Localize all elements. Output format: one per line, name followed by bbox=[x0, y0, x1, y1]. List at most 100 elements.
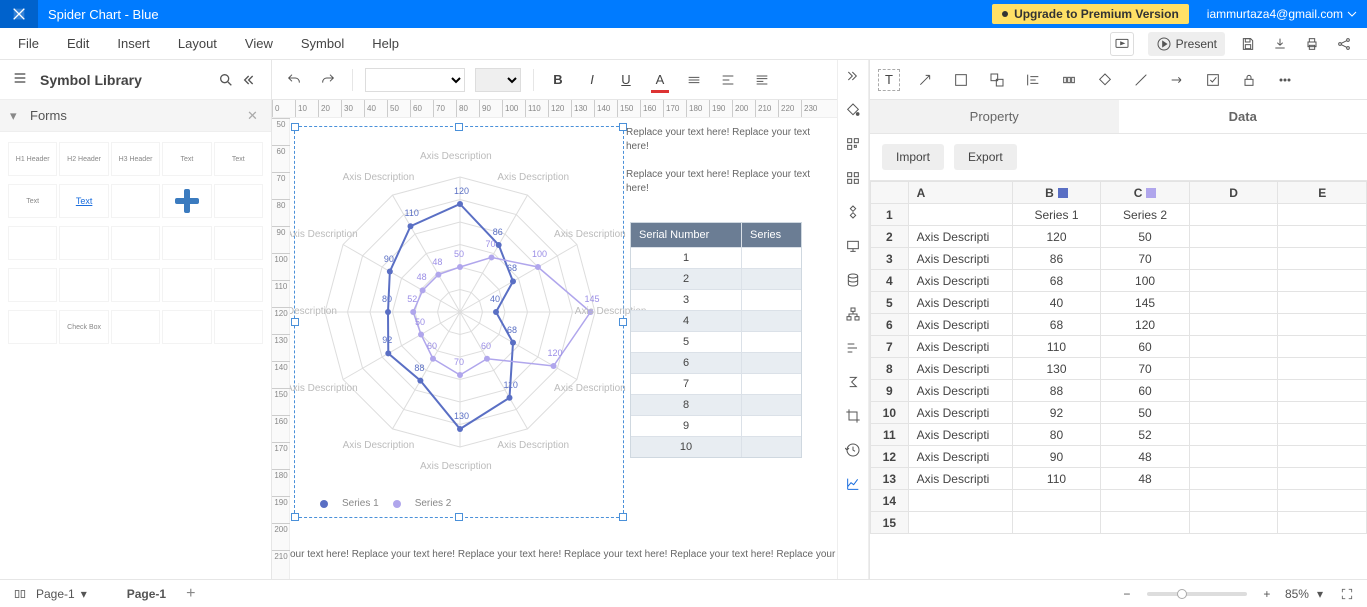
tab-property[interactable]: Property bbox=[870, 100, 1119, 133]
row-header[interactable]: 9 bbox=[871, 380, 909, 402]
cell[interactable] bbox=[1278, 380, 1367, 402]
symbol-thumb[interactable]: Text bbox=[162, 142, 211, 176]
expand-panel-icon[interactable] bbox=[843, 66, 863, 86]
cell[interactable] bbox=[1189, 424, 1278, 446]
formula-icon[interactable] bbox=[843, 372, 863, 392]
symbol-thumb[interactable]: Text bbox=[214, 142, 263, 176]
presentation-icon[interactable] bbox=[843, 236, 863, 256]
cell[interactable] bbox=[1012, 490, 1101, 512]
symbol-thumb[interactable]: H3 Header bbox=[111, 142, 160, 176]
zoom-slider[interactable] bbox=[1147, 592, 1247, 596]
symbol-thumb[interactable] bbox=[214, 184, 263, 218]
app-logo[interactable] bbox=[0, 0, 38, 28]
collapse-panel-icon[interactable] bbox=[237, 72, 259, 88]
cell[interactable]: 50 bbox=[1101, 402, 1190, 424]
cell[interactable]: Axis Descripti bbox=[908, 314, 1012, 336]
cell[interactable] bbox=[1278, 270, 1367, 292]
undo-icon[interactable] bbox=[282, 68, 306, 92]
symbol-thumb[interactable]: Text bbox=[59, 184, 108, 218]
zoom-dropdown-icon[interactable]: ▾ bbox=[1317, 587, 1323, 601]
symbol-thumb[interactable] bbox=[162, 226, 211, 260]
redo-icon[interactable] bbox=[316, 68, 340, 92]
cell[interactable] bbox=[1278, 424, 1367, 446]
symbol-thumb[interactable] bbox=[59, 226, 108, 260]
row-header[interactable]: 4 bbox=[871, 270, 909, 292]
row-header[interactable]: 14 bbox=[871, 490, 909, 512]
canvas[interactable]: Axis DescriptionAxis DescriptionAxis Des… bbox=[290, 118, 837, 579]
cell[interactable] bbox=[1189, 292, 1278, 314]
symbol-thumb[interactable] bbox=[8, 268, 57, 302]
symbol-thumb[interactable] bbox=[214, 268, 263, 302]
menu-edit[interactable]: Edit bbox=[67, 36, 89, 51]
column-header-B[interactable]: B bbox=[1012, 182, 1101, 204]
symbol-thumb[interactable] bbox=[8, 310, 57, 344]
cell[interactable] bbox=[1189, 358, 1278, 380]
row-header[interactable]: 3 bbox=[871, 248, 909, 270]
symbol-thumb[interactable] bbox=[111, 184, 160, 218]
menu-insert[interactable]: Insert bbox=[117, 36, 150, 51]
cell[interactable]: Series 1 bbox=[1012, 204, 1101, 226]
grid-icon[interactable] bbox=[843, 168, 863, 188]
symbol-thumb[interactable] bbox=[214, 310, 263, 344]
container-icon[interactable] bbox=[950, 69, 972, 91]
paragraph-align-icon[interactable] bbox=[750, 68, 774, 92]
symbol-thumb[interactable] bbox=[111, 268, 160, 302]
arrow-style-icon[interactable] bbox=[1166, 69, 1188, 91]
fullscreen-icon[interactable] bbox=[1337, 587, 1357, 601]
align-icon[interactable] bbox=[1022, 69, 1044, 91]
column-header-D[interactable]: D bbox=[1189, 182, 1278, 204]
page-tab[interactable]: Page-1 bbox=[127, 587, 166, 601]
cell[interactable] bbox=[1189, 468, 1278, 490]
cell[interactable] bbox=[1278, 292, 1367, 314]
search-icon[interactable] bbox=[215, 72, 237, 88]
cell[interactable] bbox=[1278, 226, 1367, 248]
cell[interactable] bbox=[908, 204, 1012, 226]
cell[interactable]: 86 bbox=[1012, 248, 1101, 270]
cell[interactable] bbox=[1278, 402, 1367, 424]
cell[interactable] bbox=[1189, 336, 1278, 358]
row-header[interactable]: 10 bbox=[871, 402, 909, 424]
cell[interactable]: 110 bbox=[1012, 468, 1101, 490]
symbol-thumb[interactable] bbox=[111, 310, 160, 344]
row-header[interactable]: 7 bbox=[871, 336, 909, 358]
zoom-out-icon[interactable]: − bbox=[1117, 587, 1137, 601]
cell[interactable]: Axis Descripti bbox=[908, 358, 1012, 380]
library-menu-icon[interactable] bbox=[12, 70, 30, 89]
row-header[interactable]: 8 bbox=[871, 358, 909, 380]
cell[interactable] bbox=[1189, 402, 1278, 424]
cell[interactable]: Axis Descripti bbox=[908, 380, 1012, 402]
account-menu[interactable]: iammurtaza4@gmail.com bbox=[1207, 7, 1357, 21]
symbol-thumb[interactable] bbox=[162, 268, 211, 302]
hierarchy-icon[interactable] bbox=[843, 304, 863, 324]
cell[interactable]: 40 bbox=[1012, 292, 1101, 314]
cell[interactable]: Axis Descripti bbox=[908, 424, 1012, 446]
underline-icon[interactable]: U bbox=[614, 68, 638, 92]
cell[interactable] bbox=[1278, 446, 1367, 468]
export-button[interactable]: Export bbox=[954, 144, 1017, 170]
menu-layout[interactable]: Layout bbox=[178, 36, 217, 51]
row-header[interactable]: 6 bbox=[871, 314, 909, 336]
cell[interactable]: 48 bbox=[1101, 446, 1190, 468]
cell[interactable]: 52 bbox=[1101, 424, 1190, 446]
cell[interactable]: Axis Descripti bbox=[908, 402, 1012, 424]
share-icon[interactable] bbox=[1335, 35, 1353, 53]
symbol-thumb[interactable] bbox=[214, 226, 263, 260]
cell[interactable] bbox=[1278, 314, 1367, 336]
cell[interactable] bbox=[1278, 204, 1367, 226]
text-tool-icon[interactable]: T bbox=[878, 69, 900, 91]
row-header[interactable]: 15 bbox=[871, 512, 909, 534]
tab-data[interactable]: Data bbox=[1119, 100, 1367, 133]
cell[interactable] bbox=[908, 512, 1012, 534]
history-icon[interactable] bbox=[843, 440, 863, 460]
connector-icon[interactable] bbox=[914, 69, 936, 91]
cell[interactable]: 48 bbox=[1101, 468, 1190, 490]
more-icon[interactable] bbox=[1274, 69, 1296, 91]
checkbox-icon[interactable] bbox=[1202, 69, 1224, 91]
cell[interactable]: Axis Descripti bbox=[908, 226, 1012, 248]
symbol-thumb[interactable] bbox=[111, 226, 160, 260]
cell[interactable]: 68 bbox=[1012, 314, 1101, 336]
symbol-thumb[interactable]: Text bbox=[8, 184, 57, 218]
cell[interactable] bbox=[1189, 446, 1278, 468]
cell[interactable] bbox=[1189, 204, 1278, 226]
menu-symbol[interactable]: Symbol bbox=[301, 36, 344, 51]
